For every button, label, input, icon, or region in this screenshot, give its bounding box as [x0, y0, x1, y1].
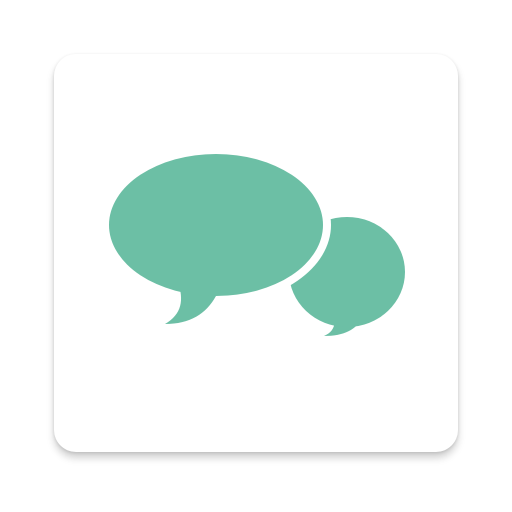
large-bubble-body: [109, 154, 323, 296]
app-icon-canvas: [0, 0, 512, 512]
chat-bubbles-icon: [101, 146, 405, 336]
